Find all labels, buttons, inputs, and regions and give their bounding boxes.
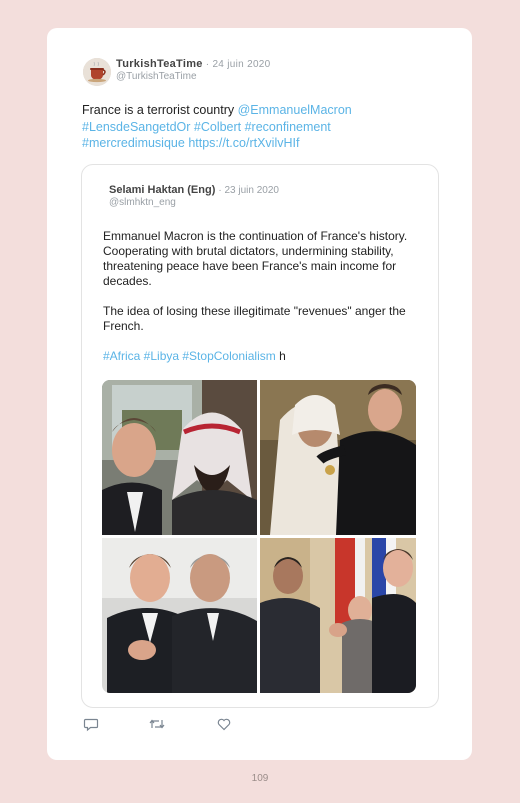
quoted-hashtag-line: #Africa #Libya #StopColonialism h (103, 349, 421, 364)
author-name[interactable]: TurkishTeaTime · 24 juin 2020 (116, 58, 271, 70)
photo-1[interactable] (102, 380, 257, 535)
tweet-card: TurkishTeaTime · 24 juin 2020 @TurkishTea… (47, 28, 472, 760)
photo-2[interactable] (260, 380, 416, 535)
retweet-button[interactable] (149, 716, 165, 732)
retweet-icon (149, 719, 165, 729)
tweet-text-plain: France is a terrorist country (82, 103, 238, 117)
photo-2-image (260, 380, 416, 535)
quoted-author-handle[interactable]: @slmhktn_eng (109, 197, 176, 208)
tweet-date[interactable]: · 24 juin 2020 (206, 59, 271, 70)
reply-icon (83, 718, 99, 732)
photo-1-image (102, 380, 257, 535)
photo-4[interactable] (260, 538, 416, 693)
tweet-text: France is a terrorist country @EmmanuelM… (82, 102, 452, 152)
quoted-author-name-text[interactable]: Selami Haktan (Eng) (109, 184, 215, 196)
reply-button[interactable] (83, 716, 99, 732)
heart-icon (217, 718, 231, 731)
photo-4-image (260, 538, 416, 693)
author-name-text[interactable]: TurkishTeaTime (116, 58, 203, 70)
quoted-text: Emmanuel Macron is the continuation of F… (103, 229, 421, 364)
tweet-actions (83, 716, 283, 732)
quoted-trailing: h (275, 349, 286, 363)
photo-3[interactable] (102, 538, 257, 693)
author-avatar[interactable] (83, 58, 111, 86)
hashtags-link-line1[interactable]: #LensdeSangetdOr #Colbert #reconfinement (82, 120, 331, 134)
teacup-avatar-image (83, 58, 111, 86)
photo-grid[interactable] (102, 380, 416, 693)
tco-link[interactable]: https://t.co/rtXvilvHIf (188, 136, 299, 150)
page-number: 109 (251, 773, 269, 784)
quoted-tweet[interactable]: Selami Haktan (Eng) · 23 juin 2020 @slmhk… (81, 164, 439, 708)
quoted-hashtags[interactable]: #Africa #Libya #StopColonialism (103, 349, 276, 363)
quoted-paragraph-1: Emmanuel Macron is the continuation of F… (103, 229, 408, 288)
quoted-date[interactable]: · 23 juin 2020 (218, 185, 279, 196)
hashtags-link-line2[interactable]: #mercredimusique (82, 136, 185, 150)
quoted-paragraph-2: The idea of losing these illegitimate "r… (103, 304, 406, 333)
author-handle[interactable]: @TurkishTeaTime (116, 71, 197, 82)
like-button[interactable] (216, 716, 232, 732)
photo-3-image (102, 538, 257, 693)
mention-link[interactable]: @EmmanuelMacron (238, 103, 352, 117)
quoted-author-name[interactable]: Selami Haktan (Eng) · 23 juin 2020 (109, 184, 279, 196)
